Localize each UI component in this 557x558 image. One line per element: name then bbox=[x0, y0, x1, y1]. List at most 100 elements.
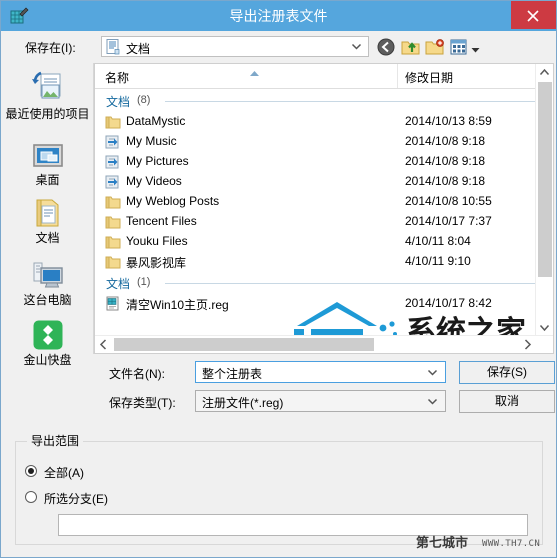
group-count: (8) bbox=[137, 94, 151, 106]
desktop-icon bbox=[2, 135, 93, 171]
sort-ascending-icon bbox=[249, 66, 260, 80]
chevron-down-icon bbox=[351, 41, 362, 55]
column-header-date[interactable]: 修改日期 bbox=[405, 69, 453, 86]
document-folder-icon bbox=[106, 39, 121, 55]
cancel-button[interactable]: 取消 bbox=[459, 390, 555, 413]
radio-selected-dot bbox=[28, 468, 34, 474]
place-label: 最近使用的项目 bbox=[5, 107, 90, 121]
places-bar: 最近使用的项目 桌面 文档 这台电脑 金山快盘 bbox=[2, 63, 94, 367]
filename-combobox[interactable]: 整个注册表 bbox=[195, 361, 446, 383]
close-button[interactable] bbox=[511, 1, 556, 29]
group-rule bbox=[165, 283, 543, 284]
filetype-value: 注册文件(*.reg) bbox=[202, 396, 284, 410]
chevron-down-icon bbox=[427, 367, 438, 381]
column-divider[interactable] bbox=[397, 64, 398, 88]
place-label: 这台电脑 bbox=[23, 293, 72, 307]
look-in-value: 文档 bbox=[126, 42, 151, 56]
title-bar: 导出注册表文件 bbox=[1, 1, 556, 31]
filetype-label: 保存类型(T): bbox=[109, 396, 176, 410]
vertical-scroll-thumb[interactable] bbox=[538, 82, 552, 277]
file-date: 2014/10/8 9:18 bbox=[405, 174, 486, 188]
file-date: 2014/10/17 7:37 bbox=[405, 214, 492, 228]
file-date: 4/10/11 8:04 bbox=[405, 234, 471, 248]
group-name: 文档 bbox=[106, 95, 131, 109]
folder-icon bbox=[105, 194, 121, 210]
save-button[interactable]: 保存(S) bbox=[459, 361, 555, 384]
folder-icon bbox=[105, 114, 121, 130]
place-label: 文档 bbox=[35, 231, 60, 245]
file-date: 2014/10/8 10:55 bbox=[405, 194, 492, 208]
filename-label: 文件名(N): bbox=[109, 367, 165, 381]
place-kuaipan[interactable]: 金山快盘 bbox=[2, 315, 93, 367]
scroll-right-icon[interactable] bbox=[519, 336, 536, 353]
shortcut-folder-icon bbox=[105, 154, 121, 170]
scrollbar-corner bbox=[536, 336, 553, 353]
horizontal-scroll-thumb[interactable] bbox=[114, 338, 374, 351]
back-icon[interactable] bbox=[376, 37, 396, 57]
branch-path-input[interactable] bbox=[58, 514, 528, 536]
new-folder-icon[interactable] bbox=[425, 37, 445, 57]
window-title: 导出注册表文件 bbox=[229, 8, 328, 24]
file-date: 2014/10/17 8:42 bbox=[405, 296, 492, 310]
radio-branch-label: 所选分支(E) bbox=[44, 492, 108, 506]
export-range-title: 导出范围 bbox=[27, 432, 84, 449]
group-header[interactable]: 文档 (1) bbox=[95, 274, 553, 291]
table-row[interactable]: My Videos 2014/10/8 9:18 bbox=[95, 172, 553, 192]
chevron-down-icon bbox=[427, 396, 438, 410]
close-icon bbox=[527, 10, 539, 22]
filetype-combobox[interactable]: 注册文件(*.reg) bbox=[195, 390, 446, 412]
folder-icon bbox=[105, 214, 121, 230]
place-documents[interactable]: 文档 bbox=[2, 193, 93, 245]
file-name: My Videos bbox=[126, 174, 182, 188]
group-name: 文档 bbox=[106, 277, 131, 291]
table-row[interactable]: 暴风影视库 4/10/11 9:10 bbox=[95, 252, 553, 272]
vertical-scrollbar[interactable] bbox=[535, 64, 553, 336]
file-date: 2014/10/8 9:18 bbox=[405, 154, 486, 168]
table-row[interactable]: 清空Win10主页.reg 2014/10/17 8:42 bbox=[95, 294, 553, 314]
this-pc-icon bbox=[2, 255, 93, 291]
folder-icon bbox=[105, 234, 121, 250]
shortcut-folder-icon bbox=[105, 134, 121, 150]
shortcut-folder-icon bbox=[105, 174, 121, 190]
file-name: Tencent Files bbox=[126, 214, 197, 228]
scroll-down-icon[interactable] bbox=[536, 319, 553, 336]
scroll-left-icon[interactable] bbox=[95, 336, 112, 353]
horizontal-scrollbar[interactable] bbox=[95, 335, 553, 353]
look-in-combobox[interactable]: 文档 bbox=[101, 36, 369, 57]
scroll-up-icon[interactable] bbox=[536, 64, 553, 81]
place-this-pc[interactable]: 这台电脑 bbox=[2, 255, 93, 307]
file-name: My Pictures bbox=[126, 154, 189, 168]
table-row[interactable]: My Pictures 2014/10/8 9:18 bbox=[95, 152, 553, 172]
file-list[interactable]: 名称 修改日期 文档 (8) DataMystic 2014/10/13 8:5… bbox=[94, 63, 554, 354]
radio-circle bbox=[25, 491, 37, 503]
radio-all-label: 全部(A) bbox=[44, 466, 84, 480]
place-recent-items[interactable]: 最近使用的项目 bbox=[2, 69, 93, 121]
file-date: 4/10/11 9:10 bbox=[405, 254, 471, 268]
recent-items-icon bbox=[2, 69, 93, 105]
column-header-row: 名称 修改日期 bbox=[95, 64, 553, 89]
group-header[interactable]: 文档 (8) bbox=[95, 92, 553, 109]
save-in-label: 保存在(I): bbox=[25, 41, 76, 55]
file-name: My Music bbox=[126, 134, 177, 148]
group-rule bbox=[165, 101, 543, 102]
place-desktop[interactable]: 桌面 bbox=[2, 135, 93, 187]
file-name: Youku Files bbox=[126, 234, 188, 248]
table-row[interactable]: My Weblog Posts 2014/10/8 10:55 bbox=[95, 192, 553, 212]
views-dropdown-arrow-icon[interactable] bbox=[471, 43, 480, 57]
views-icon[interactable] bbox=[449, 37, 469, 57]
table-row[interactable]: DataMystic 2014/10/13 8:59 bbox=[95, 112, 553, 132]
file-name: DataMystic bbox=[126, 114, 186, 128]
documents-folder-icon bbox=[2, 193, 93, 229]
file-date: 2014/10/8 9:18 bbox=[405, 134, 486, 148]
table-row[interactable]: Youku Files 4/10/11 8:04 bbox=[95, 232, 553, 252]
file-name: 暴风影视库 bbox=[126, 256, 187, 270]
export-registry-dialog: 导出注册表文件 保存在(I): 文档 最近使用的项目 桌面 文档 这台电脑 金山… bbox=[0, 0, 557, 558]
file-name: My Weblog Posts bbox=[126, 194, 220, 208]
table-row[interactable]: Tencent Files 2014/10/17 7:37 bbox=[95, 212, 553, 232]
file-date: 2014/10/13 8:59 bbox=[405, 114, 492, 128]
up-folder-icon[interactable] bbox=[401, 37, 421, 57]
file-name: 清空Win10主页.reg bbox=[126, 298, 229, 312]
column-header-name[interactable]: 名称 bbox=[105, 69, 129, 86]
place-label: 桌面 bbox=[35, 173, 60, 187]
table-row[interactable]: My Music 2014/10/8 9:18 bbox=[95, 132, 553, 152]
